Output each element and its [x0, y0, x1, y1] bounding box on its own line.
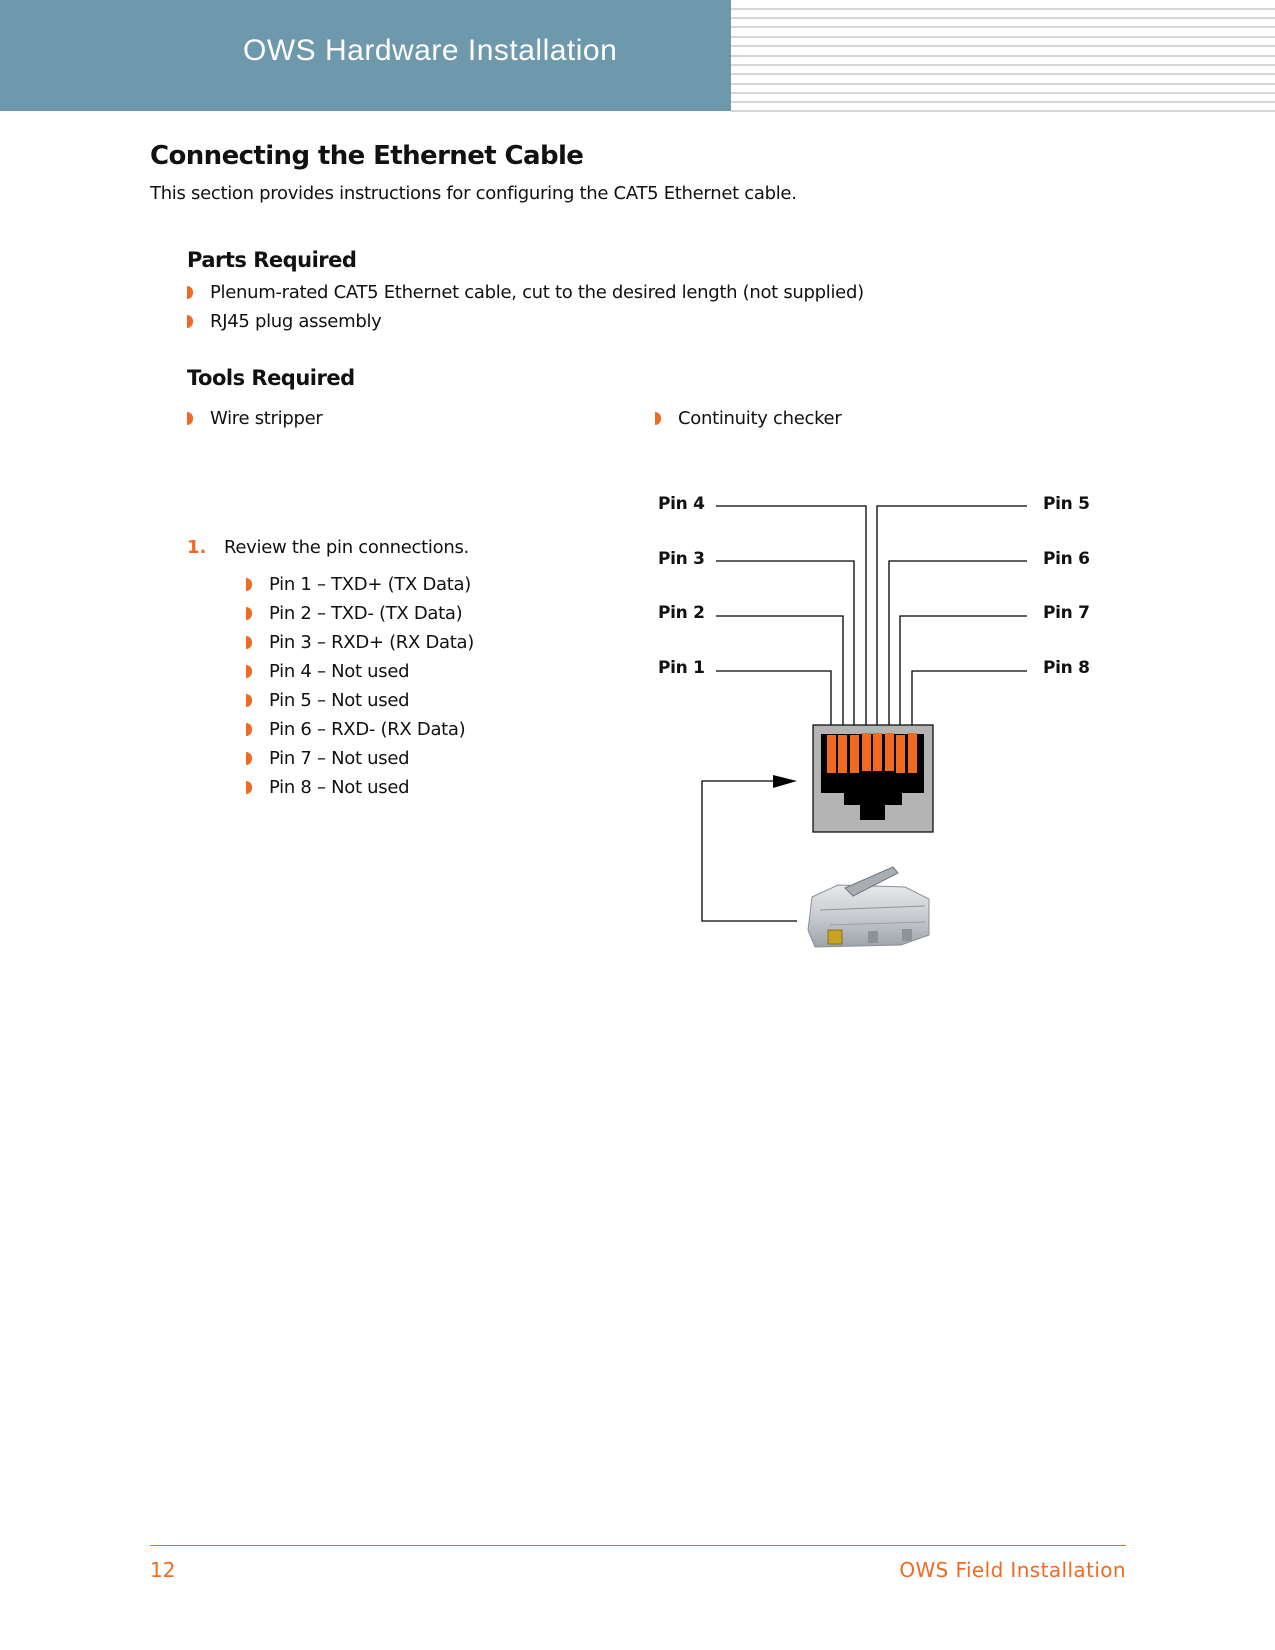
bullet-icon [246, 578, 252, 591]
section-intro: This section provides instructions for c… [150, 183, 797, 204]
plug-to-jack-line [701, 780, 797, 922]
step-number: 1. [187, 537, 207, 558]
arrow-head-icon [773, 775, 797, 788]
pin-label-right: Pin 6 [1043, 549, 1090, 569]
bullet-icon [187, 412, 193, 425]
pin-list-item: Pin 5 – Not used [246, 690, 410, 711]
pin-label-left: Pin 4 [658, 494, 705, 514]
bullet-icon [187, 315, 193, 328]
wire-pin-5 [876, 505, 1027, 725]
wire-pin-2 [716, 615, 844, 725]
tools-list-item: Continuity checker [655, 408, 842, 429]
wire-pin-1 [716, 670, 832, 725]
pin-label-left: Pin 1 [658, 658, 705, 678]
wire-pin-3 [716, 560, 855, 725]
tools-required-heading: Tools Required [187, 366, 355, 390]
bullet-icon [655, 412, 661, 425]
wire-pin-8 [911, 670, 1027, 725]
rj45-plug-icon [807, 866, 930, 948]
bullet-icon [246, 723, 252, 736]
tools-list-item: Wire stripper [187, 408, 323, 429]
parts-required-heading: Parts Required [187, 248, 357, 272]
jack-contacts [827, 733, 917, 773]
bullet-icon [246, 694, 252, 707]
pin-list-item: Pin 7 – Not used [246, 748, 410, 769]
section-title: Connecting the Ethernet Cable [150, 141, 584, 171]
header-band: OWS Hardware Installation [0, 0, 731, 111]
pin-label-right: Pin 5 [1043, 494, 1090, 514]
bullet-icon [246, 781, 252, 794]
wire-pin-4 [716, 505, 867, 725]
pin-list-item: Pin 6 – RXD- (RX Data) [246, 719, 466, 740]
bullet-icon [246, 607, 252, 620]
pin-label-right: Pin 8 [1043, 658, 1090, 678]
wire-pin-7 [899, 615, 1027, 725]
header-stripes [731, 0, 1275, 112]
bullet-icon [246, 636, 252, 649]
footer-title: OWS Field Installation [899, 1558, 1126, 1582]
pin-label-left: Pin 3 [658, 549, 705, 569]
pin-label-right: Pin 7 [1043, 603, 1090, 623]
chapter-title: OWS Hardware Installation [243, 34, 618, 67]
pin-list-item: Pin 3 – RXD+ (RX Data) [246, 632, 474, 653]
pin-list-item: Pin 1 – TXD+ (TX Data) [246, 574, 471, 595]
parts-list-item: Plenum-rated CAT5 Ethernet cable, cut to… [187, 282, 864, 303]
bullet-icon [246, 665, 252, 678]
pin-list-item: Pin 8 – Not used [246, 777, 410, 798]
step-text: Review the pin connections. [224, 537, 469, 558]
parts-list-item: RJ45 plug assembly [187, 311, 382, 332]
pin-wires [701, 505, 1027, 922]
bullet-icon [246, 752, 252, 765]
footer-rule [150, 1545, 1126, 1546]
rj45-jack-icon [812, 724, 934, 833]
page-number: 12 [150, 1558, 176, 1582]
pin-list-item: Pin 2 – TXD- (TX Data) [246, 603, 463, 624]
wire-pin-6 [888, 560, 1027, 725]
bullet-icon [187, 286, 193, 299]
pin-label-left: Pin 2 [658, 603, 705, 623]
pin-list-item: Pin 4 – Not used [246, 661, 410, 682]
